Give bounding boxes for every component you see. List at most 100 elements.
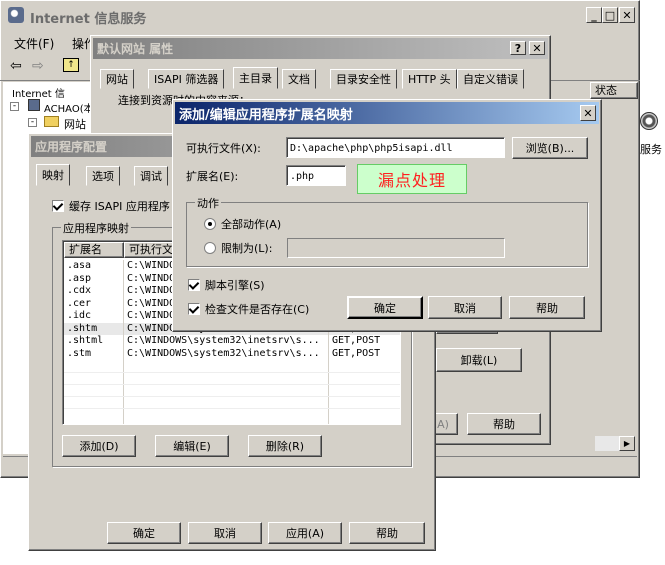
iis-title: Internet 信息服务 [30, 12, 147, 27]
edit-mapping-label: 编辑(E) [173, 440, 211, 453]
tab-options[interactable]: 选项 [86, 166, 120, 186]
remove-button-label: 卸载(L) [460, 354, 498, 367]
app-mappings-label: 应用程序映射 [61, 220, 131, 236]
browse-button[interactable]: 浏览(B)... [512, 137, 588, 159]
extension-field[interactable]: .php [286, 165, 346, 186]
row-executable: C:\WINDOWS\system32\inetsrv\s... [123, 335, 328, 348]
up-folder-icon[interactable]: ↑ [63, 58, 79, 72]
check-file-label: 检查文件是否存在(C) [205, 303, 310, 316]
executable-field[interactable]: D:\apache\php\php5isapi.dll [286, 137, 505, 158]
tab-directory-security[interactable]: 目录安全性 [330, 69, 397, 89]
row-extension: .idc [67, 310, 92, 321]
app-config-help-label: 帮助 [376, 527, 398, 540]
add-mapping-button[interactable]: 添加(D) [62, 435, 136, 457]
row-extension: .cdx [67, 285, 92, 296]
maximize-button[interactable]: □ [602, 7, 618, 23]
status-column-label: 状态 [595, 84, 617, 97]
app-config-help-button[interactable]: 帮助 [349, 522, 425, 544]
app-config-cancel-label: 取消 [214, 527, 236, 540]
delete-mapping-label: 删除(R) [265, 440, 305, 453]
properties-help-button[interactable]: ? [510, 41, 526, 55]
properties-close-button[interactable]: ✕ [529, 41, 545, 55]
tree-root[interactable]: Internet 信 [12, 85, 65, 100]
dialog-cancel-label: 取消 [454, 301, 476, 315]
annotation-text: 漏点处理 [377, 171, 446, 190]
executable-value: D:\apache\php\php5isapi.dll [290, 143, 453, 154]
row-extension: .asa [67, 260, 92, 271]
app-config-ok-label: 确定 [133, 527, 155, 540]
extension-mapping-title: 添加/编辑应用程序扩展名映射 [179, 107, 353, 123]
cache-isapi-check-icon[interactable] [52, 200, 64, 212]
limit-verbs-label: 限制为(L): [221, 242, 273, 255]
extension-value: .php [290, 171, 315, 182]
list-row-line [64, 384, 400, 385]
app-config-apply-button[interactable]: 应用(A) [268, 522, 342, 544]
back-arrow-icon[interactable]: ⇦ [10, 58, 22, 74]
extension-mapping-close-button[interactable]: ✕ [580, 105, 596, 121]
executable-label: 可执行文件(X): [186, 142, 261, 155]
table-row[interactable]: .shtml C:\WINDOWS\system32\inetsrv\s... GE… [64, 335, 400, 348]
table-row[interactable]: .stm C:\WINDOWS\system32\inetsrv\s... GET,… [64, 347, 400, 360]
tab-debugging[interactable]: 调试 [134, 166, 168, 186]
dialog-help-button[interactable]: 帮助 [509, 296, 585, 319]
tree-expand-sites-icon[interactable]: - [28, 118, 37, 127]
tab-website[interactable]: 网站 [100, 69, 134, 89]
dialog-ok-button[interactable]: 确定 [347, 296, 423, 319]
delete-mapping-button[interactable]: 删除(R) [248, 435, 322, 457]
tree-server[interactable]: ACHAO(本 [44, 100, 94, 115]
tab-mappings[interactable]: 映射 [36, 164, 70, 186]
row-executable: C:\WINDOWS\system32\inetsrv\s... [123, 347, 328, 360]
add-mapping-label: 添加(D) [79, 440, 119, 453]
app-config-ok-button[interactable]: 确定 [107, 522, 181, 544]
close-button[interactable]: ✕ [619, 7, 635, 23]
properties-title: 默认网站 属性 [97, 42, 174, 56]
tab-http-headers[interactable]: HTTP 头 [402, 69, 457, 89]
row-extension: .cer [67, 297, 92, 309]
folder-icon [44, 116, 59, 127]
row-extension: .shtm [67, 322, 98, 334]
app-config-tabs: 映射 选项 调试 [36, 164, 186, 188]
limit-verbs-radio[interactable]: 限制为(L): [204, 240, 272, 256]
forward-arrow-icon[interactable]: ⇨ [32, 58, 44, 74]
limit-verbs-radio-icon[interactable] [204, 242, 216, 254]
extension-mapping-titlebar: 添加/编辑应用程序扩展名映射 [175, 102, 599, 124]
browse-label: 浏览(B)... [525, 142, 575, 155]
check-file-check-icon[interactable] [188, 303, 200, 315]
app-config-title: 应用程序配置 [35, 140, 108, 154]
minimize-button[interactable]: _ [586, 7, 602, 23]
cache-isapi-label: 缓存 ISAPI 应用程序 [69, 200, 170, 213]
properties-tabs: 网站 ISAPI 筛选器 主目录 文档 目录安全性 HTTP 头 自定义错误 [96, 67, 546, 91]
cache-isapi-checkbox[interactable]: 缓存 ISAPI 应用程序 [52, 198, 170, 214]
script-engine-label: 脚本引擎(S) [205, 279, 265, 292]
all-verbs-radio-icon[interactable] [204, 218, 216, 230]
scroll-right-arrow-icon[interactable]: ▶ [619, 436, 635, 451]
properties-help-bottom-button[interactable]: 帮助 [467, 413, 541, 435]
app-config-cancel-button[interactable]: 取消 [188, 522, 262, 544]
all-verbs-radio[interactable]: 全部动作(A) [204, 216, 281, 232]
tab-isapi-filters[interactable]: ISAPI 筛选器 [148, 69, 225, 89]
column-header-extension[interactable]: 扩展名 [64, 242, 124, 258]
tab-custom-errors[interactable]: 自定义错误 [457, 69, 524, 89]
edit-mapping-button[interactable]: 编辑(E) [155, 435, 229, 457]
menu-file[interactable]: 文件(F) [14, 35, 54, 52]
limit-verbs-field[interactable] [287, 238, 505, 258]
dialog-ok-label: 确定 [374, 301, 396, 315]
row-verbs: GET,POST [328, 335, 400, 348]
status-column-header[interactable]: 状态 [590, 82, 638, 99]
annotation-box: 漏点处理 [357, 164, 467, 194]
check-file-checkbox[interactable]: 检查文件是否存在(C) [188, 301, 309, 317]
dialog-help-label: 帮助 [536, 301, 558, 315]
row-extension: .shtml [67, 335, 104, 346]
app-config-apply-label: 应用(A) [285, 527, 325, 540]
service-label: 服务 [640, 143, 662, 156]
dialog-cancel-button[interactable]: 取消 [428, 296, 502, 319]
tree-expand-icon[interactable]: - [10, 102, 19, 111]
remove-button[interactable]: 卸载(L) [436, 348, 522, 372]
properties-left-button-label: A) [437, 417, 449, 431]
list-row-line [64, 408, 400, 409]
tab-documents[interactable]: 文档 [282, 69, 316, 89]
tree-sites[interactable]: 网站 [64, 116, 86, 132]
script-engine-checkbox[interactable]: 脚本引擎(S) [188, 277, 265, 293]
tab-home-directory[interactable]: 主目录 [233, 67, 278, 89]
script-engine-check-icon[interactable] [188, 279, 200, 291]
